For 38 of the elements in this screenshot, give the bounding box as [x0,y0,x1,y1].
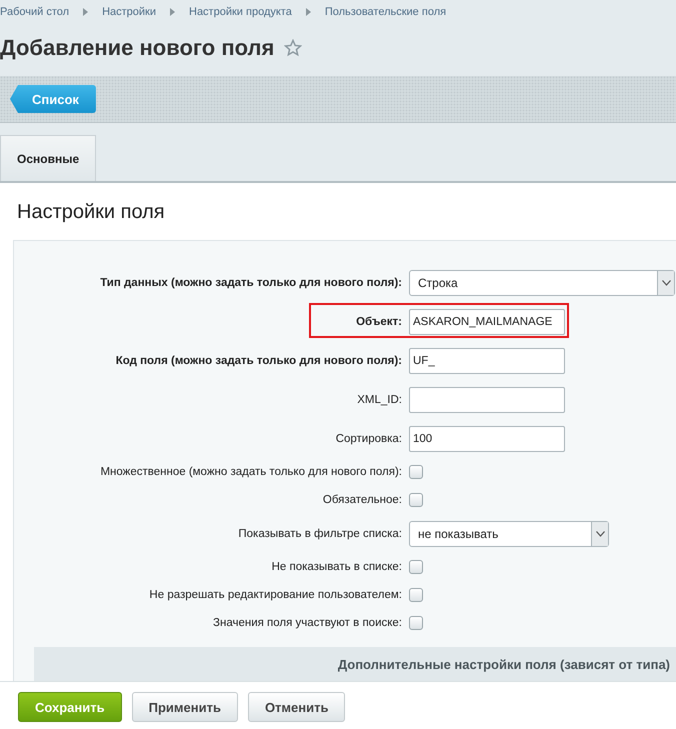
checkbox[interactable] [409,588,423,602]
star-icon[interactable] [284,39,302,57]
checkbox[interactable] [409,616,423,630]
subsection-title: Дополнительные настройки поля (зависят от типа) [338,656,670,672]
section-title: Настройки поля [16,201,166,224]
checkbox[interactable] [409,465,423,479]
input-field[interactable] [409,386,565,412]
dropdown[interactable]: не показывать [409,520,609,546]
input-field[interactable]: 100 [409,426,565,452]
input-field[interactable]: ASKARON_MAILMANAGE [409,308,565,334]
chevron-icon [83,8,88,16]
field-label: Показывать в фильтре списка: [237,528,403,540]
field-label: Тип данных (можно задать только для нового поля): [99,276,403,288]
field-label: Не разрешать редактирование пользователем: [148,589,403,601]
breadcrumb-link[interactable]: Пользовательские поля [324,6,446,18]
field-label: Значения поля участвуют в поиске: [212,617,403,629]
tab[interactable]: Основные [0,135,96,181]
breadcrumb-link[interactable]: Настройки [102,6,156,18]
chevron-icon [306,8,311,16]
dropdown[interactable]: Строка [409,270,675,296]
chevron-down-icon [596,530,604,536]
action-button[interactable]: Отменить [248,692,346,722]
field-label: Объект: [355,316,403,328]
input-field[interactable]: UF_ [409,348,565,374]
action-button[interactable]: Применить [132,692,238,722]
field-label: Обязательное: [322,494,403,506]
checkbox[interactable] [409,560,423,574]
field-label: Код поля (можно задать только для нового поля): [114,354,403,366]
field-label: XML_ID: [356,394,403,406]
field-label: Не показывать в списке: [270,561,403,573]
checkbox[interactable] [409,493,423,507]
breadcrumb-link[interactable]: Рабочий стол [0,6,70,18]
field-label: Сортировка: [334,432,403,444]
page-title: Добавление нового поля [0,35,274,61]
chevron-icon [170,8,175,16]
breadcrumb-link[interactable]: Настройки продукта [189,6,292,18]
chevron-down-icon [662,280,670,286]
field-label: Множественное (можно задать только для нового поля): [99,466,403,478]
